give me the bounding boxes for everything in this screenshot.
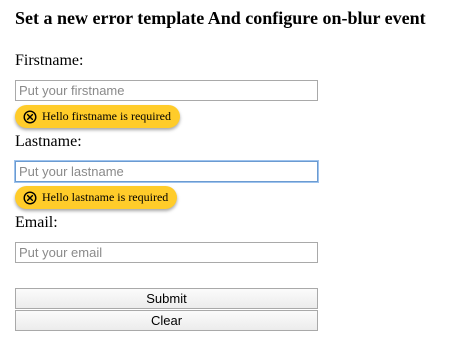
close-circle-icon: [23, 190, 37, 205]
lastname-error-text: Hello lastname is required: [42, 190, 169, 204]
firstname-error-text: Hello firstname is required: [42, 109, 171, 123]
firstname-error-message: Hello firstname is required: [15, 105, 180, 128]
lastname-input[interactable]: [15, 161, 318, 182]
email-input[interactable]: [15, 242, 318, 263]
form-page: Set a new error template And configure o…: [0, 0, 456, 346]
clear-button[interactable]: Clear: [15, 310, 318, 331]
firstname-input[interactable]: [15, 80, 318, 101]
submit-button[interactable]: Submit: [15, 288, 318, 309]
lastname-error-message: Hello lastname is required: [15, 186, 178, 209]
firstname-label: Firstname:: [15, 52, 84, 69]
email-label: Email:: [15, 214, 58, 231]
lastname-label: Lastname:: [15, 133, 82, 150]
close-circle-icon: [23, 109, 37, 124]
page-title: Set a new error template And configure o…: [15, 8, 426, 28]
